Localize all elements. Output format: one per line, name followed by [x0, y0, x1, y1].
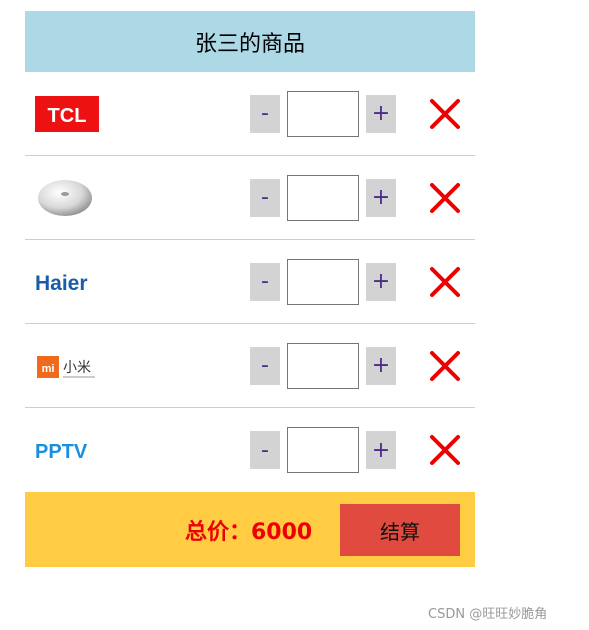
haier-logo-icon: Haier	[35, 262, 99, 302]
cart-item-row: - +	[25, 156, 475, 240]
svg-text:Haier: Haier	[35, 272, 88, 295]
cart-panel: 张三的商品 TCL - + - + Haier - + mi 小米 - + PP…	[25, 11, 475, 567]
delete-icon[interactable]	[429, 434, 461, 466]
quantity-decrease-button[interactable]: -	[250, 178, 280, 217]
quantity-increase-button[interactable]: +	[366, 178, 396, 217]
quantity-decrease-button[interactable]: -	[250, 431, 280, 469]
cart-footer: 总价：6000 结算	[25, 492, 475, 567]
device-logo-icon	[35, 178, 99, 218]
watermark: CSDN @旺旺妙脆角	[428, 607, 548, 622]
quantity-decrease-button[interactable]: -	[250, 262, 280, 301]
delete-icon[interactable]	[429, 182, 461, 214]
delete-icon[interactable]	[429, 98, 461, 130]
checkout-button[interactable]: 结算	[340, 504, 460, 556]
delete-icon[interactable]	[429, 350, 461, 382]
cart-item-row: mi 小米 - +	[25, 324, 475, 408]
quantity-increase-button[interactable]: +	[366, 346, 396, 385]
quantity-increase-button[interactable]: +	[366, 431, 396, 469]
cart-item-row: Haier - +	[25, 240, 475, 324]
quantity-input[interactable]	[287, 427, 359, 473]
quantity-increase-button[interactable]: +	[366, 94, 396, 133]
total-price: 总价：6000	[185, 520, 313, 545]
xiaomi-logo-icon: mi 小米	[35, 346, 99, 386]
svg-text:小米: 小米	[63, 360, 91, 376]
quantity-input[interactable]	[287, 258, 359, 305]
quantity-increase-button[interactable]: +	[366, 262, 396, 301]
cart-item-row: PPTV - +	[25, 408, 475, 492]
svg-text:TCL: TCL	[48, 105, 87, 127]
svg-text:PPTV: PPTV	[35, 441, 88, 463]
cart-title: 张三的商品	[25, 11, 475, 72]
quantity-input[interactable]	[287, 342, 359, 389]
delete-icon[interactable]	[429, 266, 461, 298]
quantity-decrease-button[interactable]: -	[250, 346, 280, 385]
quantity-input[interactable]	[287, 174, 359, 221]
svg-text:mi: mi	[42, 363, 55, 375]
cart-item-row: TCL - +	[25, 72, 475, 156]
tcl-logo-icon: TCL	[35, 94, 99, 134]
quantity-input[interactable]	[287, 90, 359, 137]
quantity-decrease-button[interactable]: -	[250, 94, 280, 133]
pptv-logo-icon: PPTV	[35, 430, 99, 470]
